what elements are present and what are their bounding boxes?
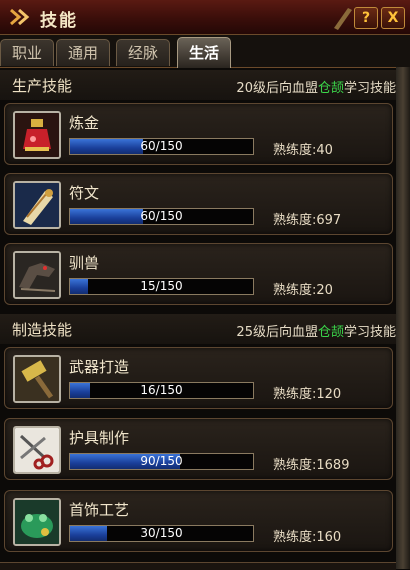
skill-name: 武器打造 (69, 358, 130, 376)
proficiency-readout: 熟练度:1689 (273, 458, 350, 473)
tab-profession[interactable]: 职业 (0, 39, 54, 66)
proficiency-readout: 熟练度:40 (273, 143, 333, 158)
progress-text: 30/150 (140, 526, 183, 540)
progress-text: 60/150 (140, 209, 183, 223)
skill-progress-bar: 60/150 (69, 138, 254, 155)
help-button[interactable]: ? (354, 7, 378, 29)
proficiency-readout: 熟练度:160 (273, 530, 342, 545)
skill-name: 首饰工艺 (69, 501, 130, 519)
window-title: 技能 (40, 11, 78, 31)
crafting-section-header: 制造技能 25级后向血盟仓颉学习技能 (0, 314, 410, 344)
progress-text: 60/150 (140, 139, 183, 153)
title-bar: 技能 ? X (0, 0, 410, 35)
skill-card-weapon-smithing[interactable]: 武器打造 16/150 熟练度:120 (4, 347, 393, 409)
guild-npc-name: 仓颉 (317, 81, 344, 96)
scissors-icon (15, 428, 59, 472)
proficiency-readout: 熟练度:697 (273, 213, 342, 228)
crafting-learn-note: 25级后向血盟仓颉学习技能 (236, 325, 396, 340)
skill-card-alchemy[interactable]: 炼金 60/150 熟练度:40 (4, 103, 393, 165)
skill-name: 符文 (69, 184, 100, 202)
production-learn-note: 20级后向血盟仓颉学习技能 (236, 81, 396, 96)
skill-name: 炼金 (69, 114, 100, 132)
skill-name: 护具制作 (69, 429, 130, 447)
rune-scroll-icon (15, 183, 59, 227)
chevron-arrows-icon (10, 8, 30, 26)
skill-card-rune[interactable]: 符文 60/150 熟练度:697 (4, 173, 393, 235)
proficiency-readout: 熟练度:20 (273, 283, 333, 298)
tab-bar: 职业 通用 经脉 生活 (0, 35, 410, 68)
skill-progress-bar: 16/150 (69, 382, 254, 399)
close-button[interactable]: X (381, 7, 405, 29)
skill-card-armor-crafting[interactable]: 护具制作 90/150 熟练度:1689 (4, 418, 393, 480)
tab-general[interactable]: 通用 (56, 39, 110, 66)
hammer-icon (15, 357, 59, 401)
skill-progress-bar: 15/150 (69, 278, 254, 295)
production-section-title: 生产技能 (12, 77, 73, 95)
progress-text: 16/150 (140, 383, 183, 397)
alchemy-potion-icon (15, 113, 59, 157)
tab-meridian[interactable]: 经脉 (116, 39, 170, 66)
skill-progress-bar: 90/150 (69, 453, 254, 470)
crafting-section-title: 制造技能 (12, 321, 73, 339)
proficiency-readout: 熟练度:120 (273, 387, 342, 402)
beast-taming-icon (15, 253, 59, 297)
skill-progress-bar: 60/150 (69, 208, 254, 225)
progress-text: 90/150 (140, 454, 183, 468)
skill-card-beast-taming[interactable]: 驯兽 15/150 熟练度:20 (4, 243, 393, 305)
skill-card-jewelry-crafting[interactable]: 首饰工艺 30/150 熟练度:160 (4, 490, 393, 552)
guild-npc-name: 仓颉 (317, 325, 344, 340)
skill-progress-bar: 30/150 (69, 525, 254, 542)
window-edge-scenery (396, 67, 410, 569)
tab-life[interactable]: 生活 (177, 37, 231, 68)
skill-name: 驯兽 (69, 254, 100, 272)
title-ornament-icon (334, 8, 352, 30)
jewelry-toad-icon (15, 500, 59, 544)
progress-text: 15/150 (140, 279, 183, 293)
production-section-header: 生产技能 20级后向血盟仓颉学习技能 (0, 70, 410, 100)
